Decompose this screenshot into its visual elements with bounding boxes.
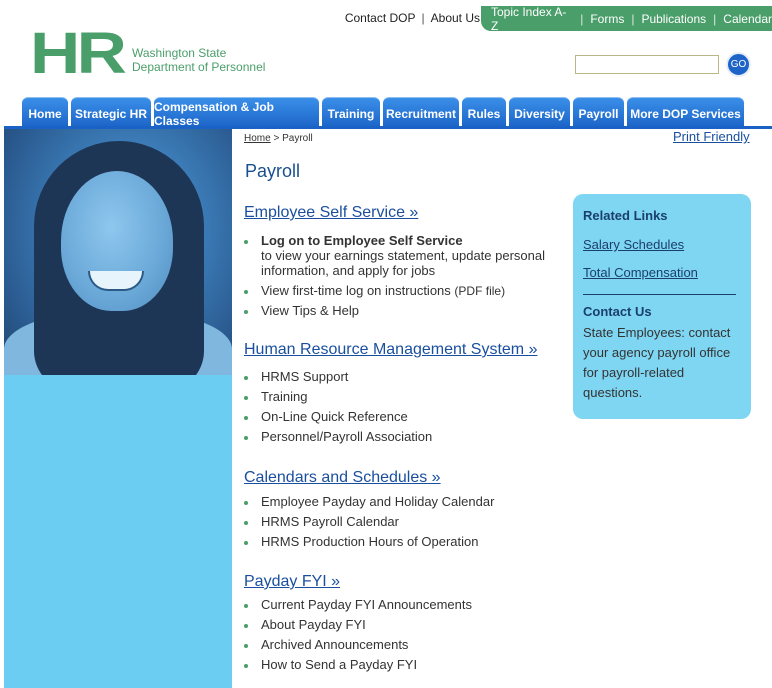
- nav-tab-training[interactable]: Training: [322, 97, 380, 129]
- hrms-payroll-calendar-link[interactable]: HRMS Payroll Calendar: [261, 514, 399, 529]
- bullet-icon: [244, 436, 248, 440]
- bullet-icon: [244, 416, 248, 420]
- contact-us-heading: Contact Us: [583, 304, 652, 319]
- main-nav: Home Strategic HR Compensation & Job Cla…: [22, 97, 747, 129]
- pdf-note: (PDF file): [454, 284, 506, 298]
- left-panel: [4, 129, 232, 688]
- section-heading-fyi[interactable]: Payday FYI »: [244, 573, 340, 591]
- related-links-box: Related Links Salary Schedules Total Com…: [573, 194, 751, 419]
- employee-photo: [4, 129, 232, 375]
- nav-tab-payroll[interactable]: Payroll: [573, 97, 624, 129]
- site-logo[interactable]: HR Washington State Department of Person…: [30, 21, 265, 86]
- section-heading-ess[interactable]: Employee Self Service »: [244, 204, 418, 222]
- hrms-support-link[interactable]: HRMS Support: [261, 369, 348, 384]
- list-item-ess-instructions: View first-time log on instructions (PDF…: [261, 283, 505, 299]
- bullet-icon: [244, 501, 248, 505]
- utility-green-bar: Topic Index A-Z | Forms | Publications |…: [481, 5, 772, 33]
- forms-link[interactable]: Forms: [590, 12, 624, 26]
- hrms-training-link[interactable]: Training: [261, 389, 307, 404]
- bullet-icon: [244, 376, 248, 380]
- breadcrumb: Home > Payroll: [244, 133, 313, 144]
- bullet-icon: [244, 541, 248, 545]
- utility-separator: |: [580, 11, 584, 26]
- list-item-hrms: On-Line Quick Reference: [261, 409, 408, 424]
- bullet-icon: [244, 604, 248, 608]
- logo-mark: HR: [30, 21, 127, 86]
- fyi-current-link[interactable]: Current Payday FYI Announcements: [261, 597, 472, 612]
- ess-tips-link[interactable]: View Tips & Help: [261, 303, 359, 318]
- fyi-send-link[interactable]: How to Send a Payday FYI: [261, 657, 417, 672]
- fyi-about-link[interactable]: About Payday FYI: [261, 617, 366, 632]
- list-item-hrms: HRMS Support: [261, 369, 348, 384]
- sidebar-divider: [583, 294, 736, 295]
- list-item-fyi: Current Payday FYI Announcements: [261, 597, 472, 612]
- print-friendly-link[interactable]: Print Friendly: [673, 129, 750, 144]
- nav-tab-more-dop-services[interactable]: More DOP Services: [627, 97, 744, 129]
- total-compensation-link[interactable]: Total Compensation: [583, 265, 698, 280]
- contact-us-text: State Employees: contact your agency pay…: [583, 325, 731, 400]
- calendar-link[interactable]: Calendar: [723, 12, 772, 26]
- utility-separator: |: [713, 11, 717, 26]
- bullet-icon: [244, 290, 248, 294]
- bullet-icon: [244, 521, 248, 525]
- ess-logon-link[interactable]: to view your earnings statement, update …: [261, 248, 545, 278]
- utility-links: Contact DOP | About Us: [345, 6, 480, 30]
- payday-holiday-calendar-link[interactable]: Employee Payday and Holiday Calendar: [261, 494, 494, 509]
- page-title: Payroll: [245, 161, 301, 181]
- salary-schedules-link[interactable]: Salary Schedules: [583, 237, 684, 252]
- nav-tab-strategic-hr[interactable]: Strategic HR: [71, 97, 151, 129]
- bullet-icon: [244, 664, 248, 668]
- nav-tab-compensation[interactable]: Compensation & Job Classes: [154, 97, 319, 129]
- section-heading-calendars[interactable]: Calendars and Schedules »: [244, 469, 441, 487]
- nav-tab-rules[interactable]: Rules: [462, 97, 506, 129]
- search-go-button[interactable]: GO: [726, 52, 751, 77]
- list-item-ess-tips: View Tips & Help: [261, 303, 359, 318]
- hrms-production-hours-link[interactable]: HRMS Production Hours of Operation: [261, 534, 478, 549]
- hrms-association-link[interactable]: Personnel/Payroll Association: [261, 429, 432, 444]
- list-item-fyi: How to Send a Payday FYI: [261, 657, 417, 672]
- list-item-fyi: Archived Announcements: [261, 637, 408, 652]
- bullet-icon: [244, 240, 248, 244]
- nav-tab-home[interactable]: Home: [22, 97, 68, 129]
- bullet-icon: [244, 310, 248, 314]
- list-item-hrms: Training: [261, 389, 307, 404]
- ess-logon-title: Log on to Employee Self Service: [261, 233, 463, 248]
- list-item-fyi: About Payday FYI: [261, 617, 366, 632]
- breadcrumb-home-link[interactable]: Home: [244, 133, 271, 144]
- list-item-calendar: HRMS Production Hours of Operation: [261, 534, 478, 549]
- list-item-calendar: HRMS Payroll Calendar: [261, 514, 399, 529]
- fyi-archived-link[interactable]: Archived Announcements: [261, 637, 408, 652]
- ess-instructions-link[interactable]: View first-time log on instructions: [261, 283, 451, 298]
- utility-separator: |: [421, 11, 425, 25]
- search-input[interactable]: [575, 55, 719, 74]
- contact-dop-link[interactable]: Contact DOP: [345, 11, 416, 25]
- hrms-quick-reference-link[interactable]: On-Line Quick Reference: [261, 409, 408, 424]
- section-heading-hrms[interactable]: Human Resource Management System »: [244, 341, 537, 359]
- nav-tab-recruitment[interactable]: Recruitment: [383, 97, 459, 129]
- bullet-icon: [244, 396, 248, 400]
- topic-index-link[interactable]: Topic Index A-Z: [491, 5, 573, 33]
- bullet-icon: [244, 624, 248, 628]
- breadcrumb-separator: >: [270, 133, 283, 144]
- nav-tab-diversity[interactable]: Diversity: [509, 97, 570, 129]
- about-us-link[interactable]: About Us: [431, 11, 480, 25]
- list-item-hrms: Personnel/Payroll Association: [261, 429, 432, 444]
- breadcrumb-current: Payroll: [282, 133, 313, 144]
- list-item-ess-logon: Log on to Employee Self Service to view …: [261, 233, 561, 278]
- list-item-calendar: Employee Payday and Holiday Calendar: [261, 494, 494, 509]
- utility-separator: |: [631, 11, 635, 26]
- publications-link[interactable]: Publications: [641, 12, 706, 26]
- bullet-icon: [244, 644, 248, 648]
- related-links-heading: Related Links: [583, 208, 668, 223]
